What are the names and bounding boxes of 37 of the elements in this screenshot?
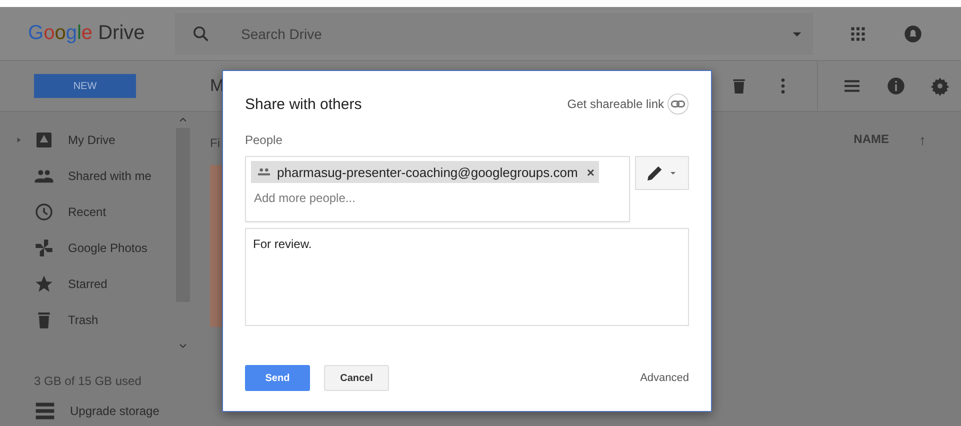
- pinwheel-icon: [34, 238, 54, 258]
- upgrade-storage-link[interactable]: Upgrade storage: [0, 388, 195, 422]
- settings-icon[interactable]: [930, 76, 950, 96]
- message-field[interactable]: For review.: [245, 228, 689, 326]
- sort-arrow[interactable]: ↑: [919, 132, 926, 426]
- link-icon[interactable]: [667, 93, 689, 115]
- people-field[interactable]: pharmasug-presenter-coaching@googlegroups.com × Add more people...: [245, 156, 630, 222]
- clock-icon: [34, 202, 54, 222]
- dialog-title: Share with others: [245, 96, 362, 112]
- people-label: People: [245, 133, 284, 147]
- sidebar-item[interactable]: Shared with me: [0, 158, 175, 194]
- shareable-link[interactable]: Get shareable link: [567, 97, 664, 111]
- remove-button[interactable]: ×: [586, 164, 594, 180]
- new-button[interactable]: NEW: [34, 74, 136, 98]
- star-icon: [34, 274, 54, 294]
- info-icon[interactable]: [886, 76, 906, 96]
- google-drive-logo[interactable]: Google Drive: [0, 22, 175, 45]
- sidebar-item[interactable]: My Drive: [0, 122, 175, 158]
- storage-usage: 3 GB of 15 GB used: [33, 373, 142, 388]
- section-heading: Fi: [210, 135, 221, 150]
- sidebar-item[interactable]: Starred: [0, 266, 175, 302]
- search-icon: [191, 24, 211, 44]
- storage-icon: [34, 400, 56, 422]
- sidebar-item[interactable]: Trash: [0, 302, 175, 338]
- sidebar-item[interactable]: Google Photos: [0, 230, 175, 266]
- search-field[interactable]: Search Drive: [239, 24, 787, 42]
- notification-icon[interactable]: [903, 24, 923, 44]
- apps-grid-icon[interactable]: [849, 24, 867, 42]
- cancel-button[interactable]: Cancel: [324, 365, 389, 391]
- advanced-link[interactable]: Advanced: [640, 372, 689, 384]
- drive-icon: [34, 130, 54, 150]
- search-box[interactable]: Search Drive: [175, 12, 813, 54]
- send-button[interactable]: Send: [245, 365, 310, 391]
- name-column-header[interactable]: NAME: [854, 132, 889, 426]
- sidebar-item[interactable]: Recent: [0, 194, 175, 230]
- recipient-chip[interactable]: pharmasug-presenter-coaching@googlegroups.com ×: [251, 161, 600, 183]
- permission-button[interactable]: [635, 156, 689, 190]
